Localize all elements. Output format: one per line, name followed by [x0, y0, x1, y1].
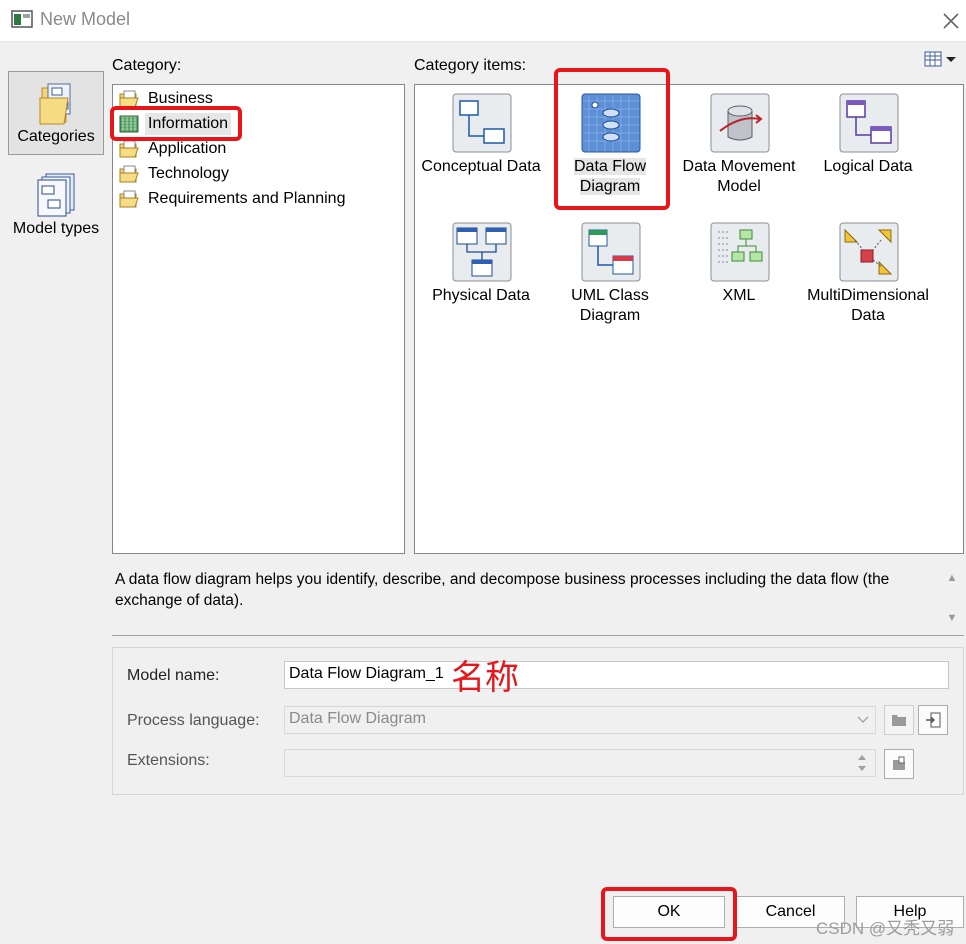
- item-logical-data[interactable]: Logical Data: [803, 87, 933, 212]
- folder-icon: [892, 715, 906, 726]
- scroll-down-button[interactable]: ▼: [942, 612, 962, 630]
- item-xml[interactable]: XML: [674, 216, 804, 341]
- process-language-value: Data Flow Diagram: [289, 710, 426, 727]
- sidebar-item-label: Categories: [17, 128, 95, 145]
- item-label: Data Flow Diagram: [573, 158, 647, 195]
- logical-data-icon: [839, 93, 899, 153]
- data-movement-icon: [710, 93, 770, 153]
- model-properties-group: Model name: Data Flow Diagram_1 Process …: [112, 647, 964, 795]
- extensions-input[interactable]: [284, 749, 876, 777]
- folder-icon: [119, 190, 139, 208]
- category-items-label: Category items:: [414, 57, 527, 74]
- tree-item-label: Technology: [148, 165, 229, 182]
- title-bar: New Model: [0, 0, 966, 42]
- item-uml-class-diagram[interactable]: UML Class Diagram: [545, 216, 675, 341]
- tree-item-label: Business: [148, 90, 213, 107]
- uml-class-icon: [581, 222, 641, 282]
- sidebar-item-categories[interactable]: Categories: [8, 71, 104, 155]
- close-button[interactable]: [936, 6, 966, 36]
- category-tree[interactable]: Business Information Application Technol…: [112, 84, 405, 554]
- import-button[interactable]: [918, 705, 948, 735]
- tree-item-label: Application: [148, 140, 227, 157]
- item-label: Physical Data: [432, 287, 530, 304]
- edit-extensions-icon: [893, 756, 905, 770]
- information-folder-icon: [119, 115, 139, 133]
- extensions-label: Extensions:: [127, 752, 210, 769]
- sidebar-item-label: Model types: [12, 220, 100, 237]
- item-label: Data Movement Model: [682, 158, 796, 195]
- app-icon: [11, 10, 33, 28]
- item-multidimensional-data[interactable]: MultiDimensional Data: [803, 216, 933, 341]
- scroll-up-button[interactable]: ▲: [942, 572, 962, 590]
- physical-data-icon: [452, 222, 512, 282]
- conceptual-data-icon: [452, 93, 512, 153]
- import-icon: [926, 712, 941, 728]
- spinner-arrows-icon: [858, 755, 866, 771]
- annotation-text: 名称: [451, 658, 519, 698]
- category-items-list[interactable]: Conceptual Data Data Flow Diagram Data Mo…: [414, 84, 964, 554]
- model-types-icon: [37, 173, 75, 217]
- item-label: UML Class Diagram: [571, 287, 649, 324]
- xml-icon: [710, 222, 770, 282]
- close-icon: [943, 13, 959, 29]
- watermark-text: CSDN @又秃又弱: [816, 919, 955, 938]
- description-box: A data flow diagram helps you identify, …: [112, 562, 964, 636]
- multidimensional-icon: [839, 222, 899, 282]
- process-language-select[interactable]: Data Flow Diagram: [284, 706, 876, 734]
- tree-item-label: Requirements and Planning: [148, 190, 346, 207]
- item-physical-data[interactable]: Physical Data: [416, 216, 546, 341]
- item-conceptual-data[interactable]: Conceptual Data: [416, 87, 546, 212]
- process-language-label: Process language:: [127, 712, 260, 729]
- model-name-label: Model name:: [127, 667, 220, 684]
- folder-icon: [119, 165, 139, 183]
- folder-icon: [119, 140, 139, 158]
- item-label: MultiDimensional Data: [807, 287, 929, 324]
- extensions-spinner[interactable]: [852, 751, 872, 775]
- item-label: Conceptual Data: [421, 158, 541, 175]
- data-flow-diagram-icon: [581, 93, 641, 153]
- item-data-flow-diagram[interactable]: Data Flow Diagram: [545, 87, 675, 212]
- folder-icon: [119, 90, 139, 108]
- window-title: New Model: [40, 9, 131, 29]
- item-label: Logical Data: [823, 158, 913, 175]
- categories-icon: [39, 83, 71, 125]
- view-options-icon: [924, 51, 956, 67]
- ok-button[interactable]: OK: [613, 896, 725, 928]
- extensions-edit-button[interactable]: [884, 749, 914, 779]
- sidebar-item-model-types[interactable]: Model types: [8, 164, 104, 248]
- item-data-movement-model[interactable]: Data Movement Model: [674, 87, 804, 212]
- browse-folder-button[interactable]: [884, 705, 914, 735]
- view-options-button[interactable]: [924, 50, 960, 68]
- category-label: Category:: [112, 57, 182, 74]
- description-text: A data flow diagram helps you identify, …: [115, 571, 890, 609]
- item-label: XML: [722, 287, 756, 304]
- chevron-down-icon: [857, 716, 869, 723]
- tree-item-label: Information: [145, 113, 232, 135]
- model-name-input[interactable]: Data Flow Diagram_1: [284, 661, 949, 689]
